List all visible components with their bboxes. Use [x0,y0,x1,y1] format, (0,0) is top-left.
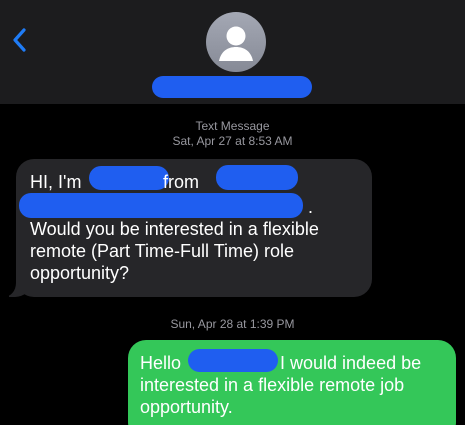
outgoing-message-line: opportunity. [140,397,233,417]
message-service-label: Text Message [195,119,270,133]
conversation-header [0,0,465,104]
incoming-message-line: remote (Part Time-Full Time) role [30,241,295,261]
redacted-sender-name [89,166,169,190]
redacted-text-line [19,193,303,218]
message-timestamp: Sun, Apr 28 at 1:39 PM [170,317,295,331]
person-silhouette-icon [219,26,253,61]
outgoing-message-bubble[interactable]: Hello I would indeed be interested in a … [128,340,456,425]
outgoing-message-line: Hello [140,353,182,373]
redacted-recipient-name [188,349,278,372]
incoming-message-line: from [163,172,199,192]
contact-avatar[interactable] [206,12,266,72]
incoming-message-line: opportunity? [30,263,130,283]
outgoing-message-line: interested in a flexible remote job [140,375,405,395]
back-button[interactable] [6,22,36,58]
message-timestamp: Sat, Apr 27 at 8:53 AM [172,134,293,148]
incoming-message-line: . [308,197,314,217]
contact-name-redacted[interactable] [152,76,312,98]
outgoing-message-line: I would indeed be [280,353,422,373]
incoming-message-line: HI, I'm [30,172,82,192]
incoming-message-line: Would you be interested in a flexible [30,219,319,239]
chevron-left-icon [13,28,26,52]
incoming-message-bubble[interactable]: HI, I'm from . Would you be interested i… [0,159,372,297]
redacted-company-name [216,165,298,190]
messages-screen: Text Message Sat, Apr 27 at 8:53 AM HI, … [0,0,465,425]
